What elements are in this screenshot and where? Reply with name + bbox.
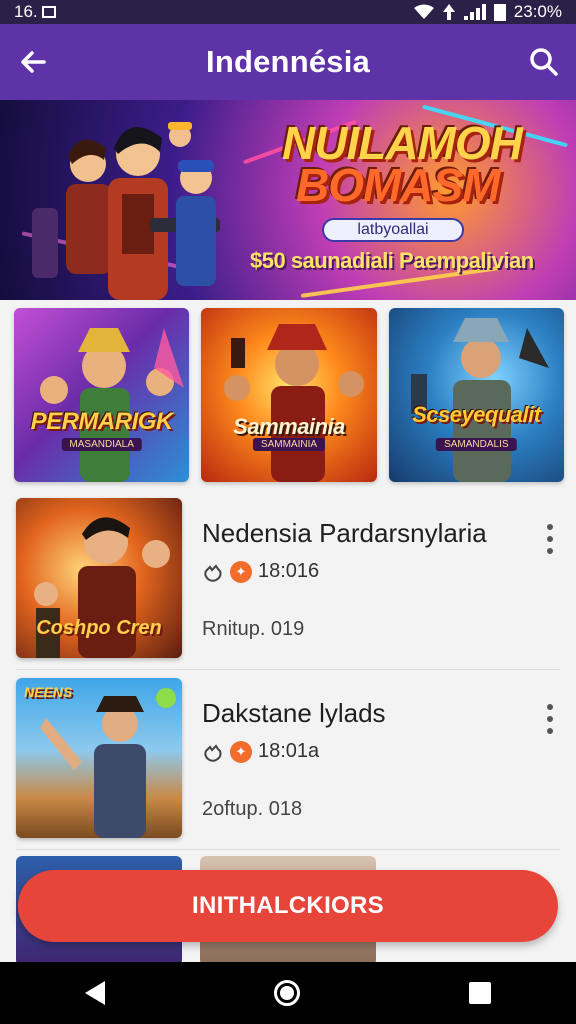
more-options-icon[interactable]	[540, 524, 560, 554]
list-item-title: Dakstane lylads	[202, 698, 386, 728]
status-left: 16.	[14, 2, 56, 22]
thumbnail-caption: NEENS	[24, 684, 73, 700]
badge-icon: ✦	[230, 560, 252, 583]
featured-tiles: PERMARIGK MASANDIALA Sammainia SAMMAINIA	[14, 308, 564, 482]
status-time: 16.	[14, 2, 38, 21]
list-item-meta-text: 18:016	[258, 560, 320, 582]
signal-icon	[463, 4, 486, 20]
notification-icon	[41, 6, 56, 18]
featured-tile[interactable]: PERMARIGK MASANDIALA	[14, 308, 190, 482]
tile-subtitle: MASANDIALA	[61, 438, 142, 451]
tree-icon	[442, 4, 455, 20]
kebab-dot	[547, 728, 553, 734]
hero-characters-illustration	[32, 122, 220, 300]
featured-tile[interactable]: Scseyequalit SAMANDALIS	[388, 308, 564, 482]
thumbnail-illustration	[40, 688, 176, 838]
nav-home-dot	[279, 986, 294, 1000]
app-bar: Indennésia	[0, 24, 576, 100]
list-item-title: Nedensia Pardarsnylaria	[202, 518, 487, 548]
nav-back-icon[interactable]	[84, 981, 105, 1005]
tile-illustration	[410, 318, 549, 482]
list-item[interactable]: NEENS Dakstane lylads ✦ 18:01a 2oftup. 0…	[16, 670, 560, 850]
page-title: Indennésia	[206, 44, 370, 79]
list-item[interactable]: Coshpo Cren Nedensia Pardarsnylaria ✦ 18…	[16, 490, 560, 670]
kebab-dot	[547, 548, 553, 554]
status-bar: 16. 23:0%	[0, 0, 576, 24]
featured-tile[interactable]: Sammainia SAMMAINIA	[201, 308, 377, 482]
hero-title-line2: BOMASM	[296, 159, 501, 211]
tile-illustration	[224, 324, 365, 482]
tile-subtitle: SAMANDALIS	[436, 438, 517, 451]
hero-title: NUILAMOH BOMASM	[282, 120, 523, 211]
hero-subtitle: $50 saunadiali Paempalivian	[250, 248, 534, 273]
list-item-thumbnail[interactable]: NEENS	[16, 678, 182, 838]
hand-icon	[204, 563, 222, 582]
arrow-left-icon[interactable]	[16, 44, 52, 80]
list-item-meta-text: 18:01a	[258, 740, 320, 762]
hand-icon	[204, 743, 222, 762]
tile-subtitle: SAMMAINIA	[252, 438, 326, 451]
status-battery-text: 23:0%	[513, 2, 562, 21]
hero-banner[interactable]: NUILAMOH BOMASM latbyoallai $50 saunadia…	[0, 100, 576, 300]
nav-recents-icon[interactable]	[469, 982, 492, 1004]
wifi-icon	[413, 4, 434, 19]
nav-home-icon[interactable]	[273, 980, 300, 1006]
list-item-subtitle: Rnitup. 019	[202, 618, 305, 640]
list-item-subtitle: 2oftup. 018	[202, 798, 303, 820]
status-right: 23:0%	[413, 2, 562, 22]
kebab-dot	[547, 536, 553, 542]
kebab-dot	[547, 716, 553, 722]
list-item-thumbnail[interactable]: Coshpo Cren	[16, 498, 182, 658]
search-icon[interactable]	[526, 44, 562, 80]
kebab-dot	[547, 524, 553, 530]
app-screen: 16. 23:0% Indennésia NUILAMOH BOMASM lat…	[0, 0, 576, 1024]
list-item-meta: ✦ 18:01a	[202, 740, 319, 763]
tile-title: Sammainia	[233, 414, 345, 439]
battery-icon	[493, 3, 506, 21]
more-options-icon[interactable]	[540, 704, 560, 734]
system-nav-bar	[0, 962, 576, 1024]
primary-action-button[interactable]: INITHALCKIORS	[18, 870, 558, 942]
tile-illustration	[40, 328, 184, 482]
game-list: Coshpo Cren Nedensia Pardarsnylaria ✦ 18…	[0, 490, 576, 850]
badge-icon: ✦	[230, 740, 252, 763]
list-item-meta: ✦ 18:016	[202, 560, 319, 583]
tile-title: Scseyequalit	[412, 402, 541, 427]
tile-title: PERMARIGK	[30, 408, 174, 435]
thumbnail-caption: Coshpo Cren	[36, 617, 162, 639]
kebab-dot	[547, 704, 553, 710]
hero-tag: latbyoallai	[322, 218, 464, 242]
